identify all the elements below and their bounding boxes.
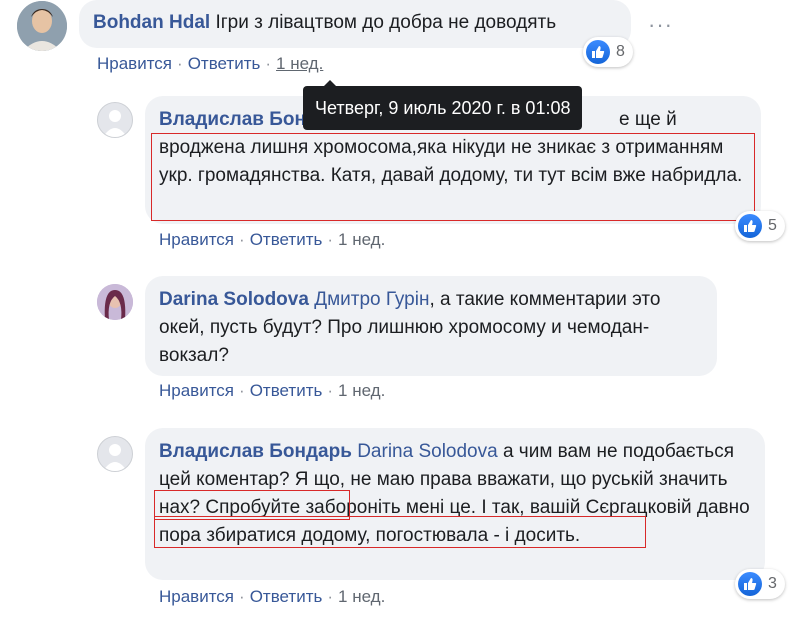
reaction-count[interactable]: 8 <box>583 37 633 67</box>
timestamp-link[interactable]: 1 нед. <box>276 54 323 73</box>
comment-actions: Нравится · Ответить · 1 нед. <box>97 54 323 74</box>
comment-text: Ігри з лівацтвом до добра не доводять <box>215 12 557 33</box>
more-options-icon[interactable]: ··· <box>648 12 673 38</box>
like-link[interactable]: Нравится <box>97 54 172 73</box>
comment-bubble: Bohdan Hdal Ігри з лівацтвом до добра не… <box>79 0 631 48</box>
like-icon <box>586 40 610 64</box>
reply-link[interactable]: Ответить <box>188 54 261 73</box>
timestamp-link[interactable]: 1 нед. <box>338 230 385 249</box>
reaction-count[interactable]: 5 <box>735 211 785 241</box>
avatar[interactable] <box>97 102 133 138</box>
comment-bubble: Darina Solodova Дмитро Гурін, а такие ко… <box>145 276 717 376</box>
separator: · <box>239 230 245 249</box>
highlight-box <box>154 516 646 548</box>
mention-link[interactable]: Дмитро Гурін <box>314 289 429 310</box>
comment-actions: Нравится · Ответить · 1 нед. <box>159 587 385 607</box>
reply-link[interactable]: Ответить <box>250 587 323 606</box>
like-link[interactable]: Нравится <box>159 381 234 400</box>
like-icon <box>738 572 762 596</box>
timestamp-tooltip: Четверг, 9 июль 2020 г. в 01:08 <box>303 86 583 130</box>
reply-link[interactable]: Ответить <box>250 230 323 249</box>
separator: · <box>239 587 245 606</box>
like-link[interactable]: Нравится <box>159 230 234 249</box>
timestamp-link[interactable]: 1 нед. <box>338 587 385 606</box>
reaction-number: 5 <box>768 217 777 234</box>
like-icon <box>738 214 762 238</box>
highlight-box <box>151 133 755 221</box>
comment-author[interactable]: Bohdan Hdal <box>93 12 210 33</box>
reaction-number: 8 <box>616 43 625 60</box>
profile-photo <box>97 284 133 320</box>
reply-link[interactable]: Ответить <box>250 381 323 400</box>
separator: · <box>327 587 334 606</box>
mention-link[interactable]: Darina Solodova <box>357 441 497 462</box>
avatar[interactable] <box>17 1 67 51</box>
default-avatar-icon <box>103 444 127 471</box>
separator: · <box>239 381 245 400</box>
reaction-number: 3 <box>768 575 777 592</box>
default-avatar-icon <box>103 110 127 137</box>
separator: · <box>327 381 334 400</box>
profile-photo <box>17 1 67 51</box>
reaction-count[interactable]: 3 <box>735 569 785 599</box>
comment-text-fragment: е ще й <box>619 109 677 130</box>
separator: · <box>327 230 334 249</box>
comment-actions: Нравится · Ответить · 1 нед. <box>159 230 385 250</box>
comment-actions: Нравится · Ответить · 1 нед. <box>159 381 385 401</box>
avatar[interactable] <box>97 436 133 472</box>
comment-author[interactable]: Darina Solodova <box>159 289 309 310</box>
separator: · <box>177 54 183 73</box>
separator: · <box>265 54 272 73</box>
like-link[interactable]: Нравится <box>159 587 234 606</box>
comment-author[interactable]: Владислав Бондарь <box>159 441 352 462</box>
avatar[interactable] <box>97 284 133 320</box>
timestamp-link[interactable]: 1 нед. <box>338 381 385 400</box>
